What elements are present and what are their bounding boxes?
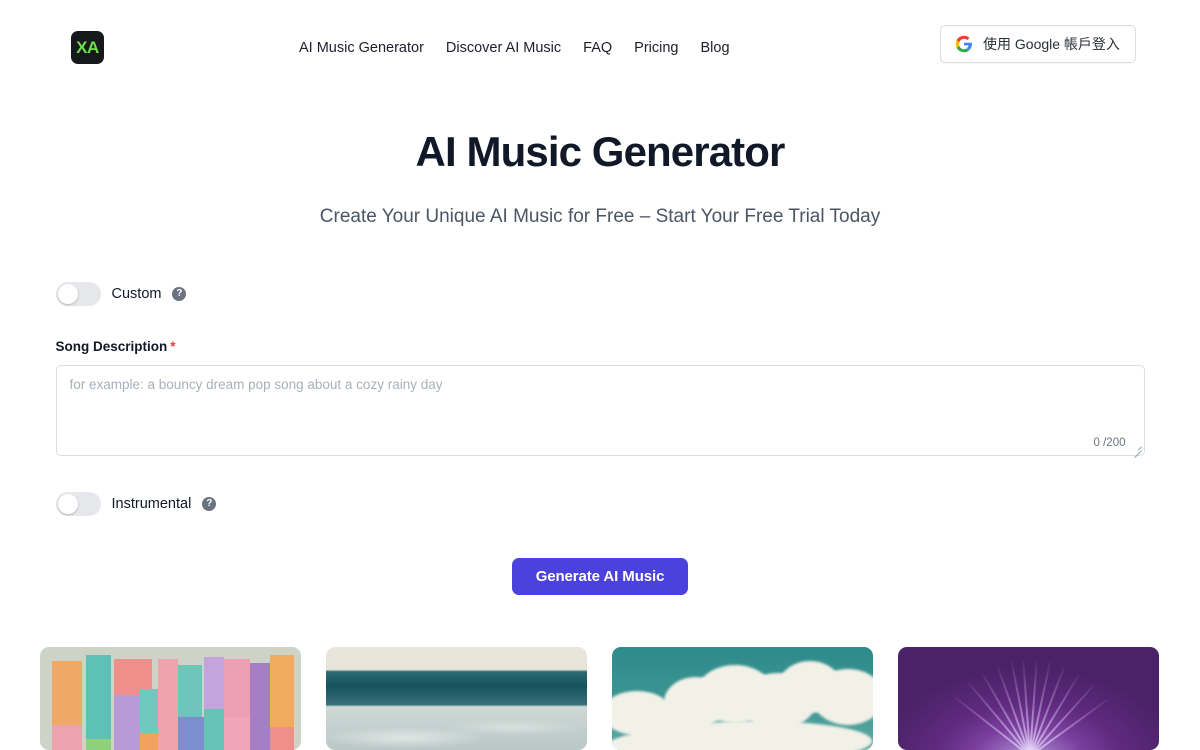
instrumental-toggle-switch[interactable] <box>55 492 101 517</box>
generate-button-wrap: Generate AI Music <box>56 558 1145 596</box>
gallery-card-seascape[interactable] <box>326 647 587 750</box>
textarea-resize-handle[interactable] <box>1131 442 1142 453</box>
nav-item-pricing[interactable]: Pricing <box>634 40 678 56</box>
instrumental-toggle-row: Instrumental ? <box>55 492 1145 517</box>
gallery-card-pastel-blocks[interactable] <box>40 647 301 750</box>
custom-help-icon[interactable]: ? <box>172 287 187 302</box>
custom-toggle-row: Custom ? <box>55 282 1145 307</box>
main-navigation: AI Music Generator Discover AI Music FAQ… <box>299 40 730 56</box>
artwork-gallery <box>40 647 1160 750</box>
site-header: XA AI Music Generator Discover AI Music … <box>0 0 1200 95</box>
gallery-card-clouds[interactable] <box>612 647 873 750</box>
page-subtitle: Create Your Unique AI Music for Free – S… <box>319 206 881 228</box>
song-description-label: Song Description * <box>56 339 1145 354</box>
google-signin-label: 使用 Google 帳戶登入 <box>983 36 1120 52</box>
instrumental-toggle-knob <box>57 494 78 515</box>
nav-item-blog[interactable]: Blog <box>701 40 730 56</box>
google-logo-icon <box>955 35 972 53</box>
google-signin-button[interactable]: 使用 Google 帳戶登入 <box>940 25 1136 63</box>
song-description-label-text: Song Description <box>55 339 168 355</box>
hero-section: AI Music Generator Create Your Unique AI… <box>0 128 1200 228</box>
custom-toggle-label: Custom <box>111 286 162 303</box>
nav-item-faq[interactable]: FAQ <box>583 40 612 56</box>
brand-logo-text: XA <box>76 38 99 57</box>
nav-item-discover-ai-music[interactable]: Discover AI Music <box>446 40 561 56</box>
generate-ai-music-button[interactable]: Generate AI Music <box>511 558 689 596</box>
song-description-input[interactable] <box>56 366 1144 456</box>
gallery-card-purple-burst[interactable] <box>898 647 1159 750</box>
custom-toggle-switch[interactable] <box>55 282 101 307</box>
generator-form: Custom ? Song Description* 0 /200 Instru… <box>55 228 1145 596</box>
required-asterisk: * <box>170 339 176 355</box>
nav-item-ai-music-generator[interactable]: AI Music Generator <box>299 40 424 56</box>
instrumental-toggle-label: Instrumental <box>111 496 192 513</box>
instrumental-help-icon[interactable]: ? <box>202 497 217 512</box>
brand-logo[interactable]: XA <box>71 31 104 64</box>
custom-toggle-knob <box>57 284 78 305</box>
page-title: AI Music Generator <box>415 128 786 175</box>
song-description-field-wrap: 0 /200 <box>55 365 1145 457</box>
